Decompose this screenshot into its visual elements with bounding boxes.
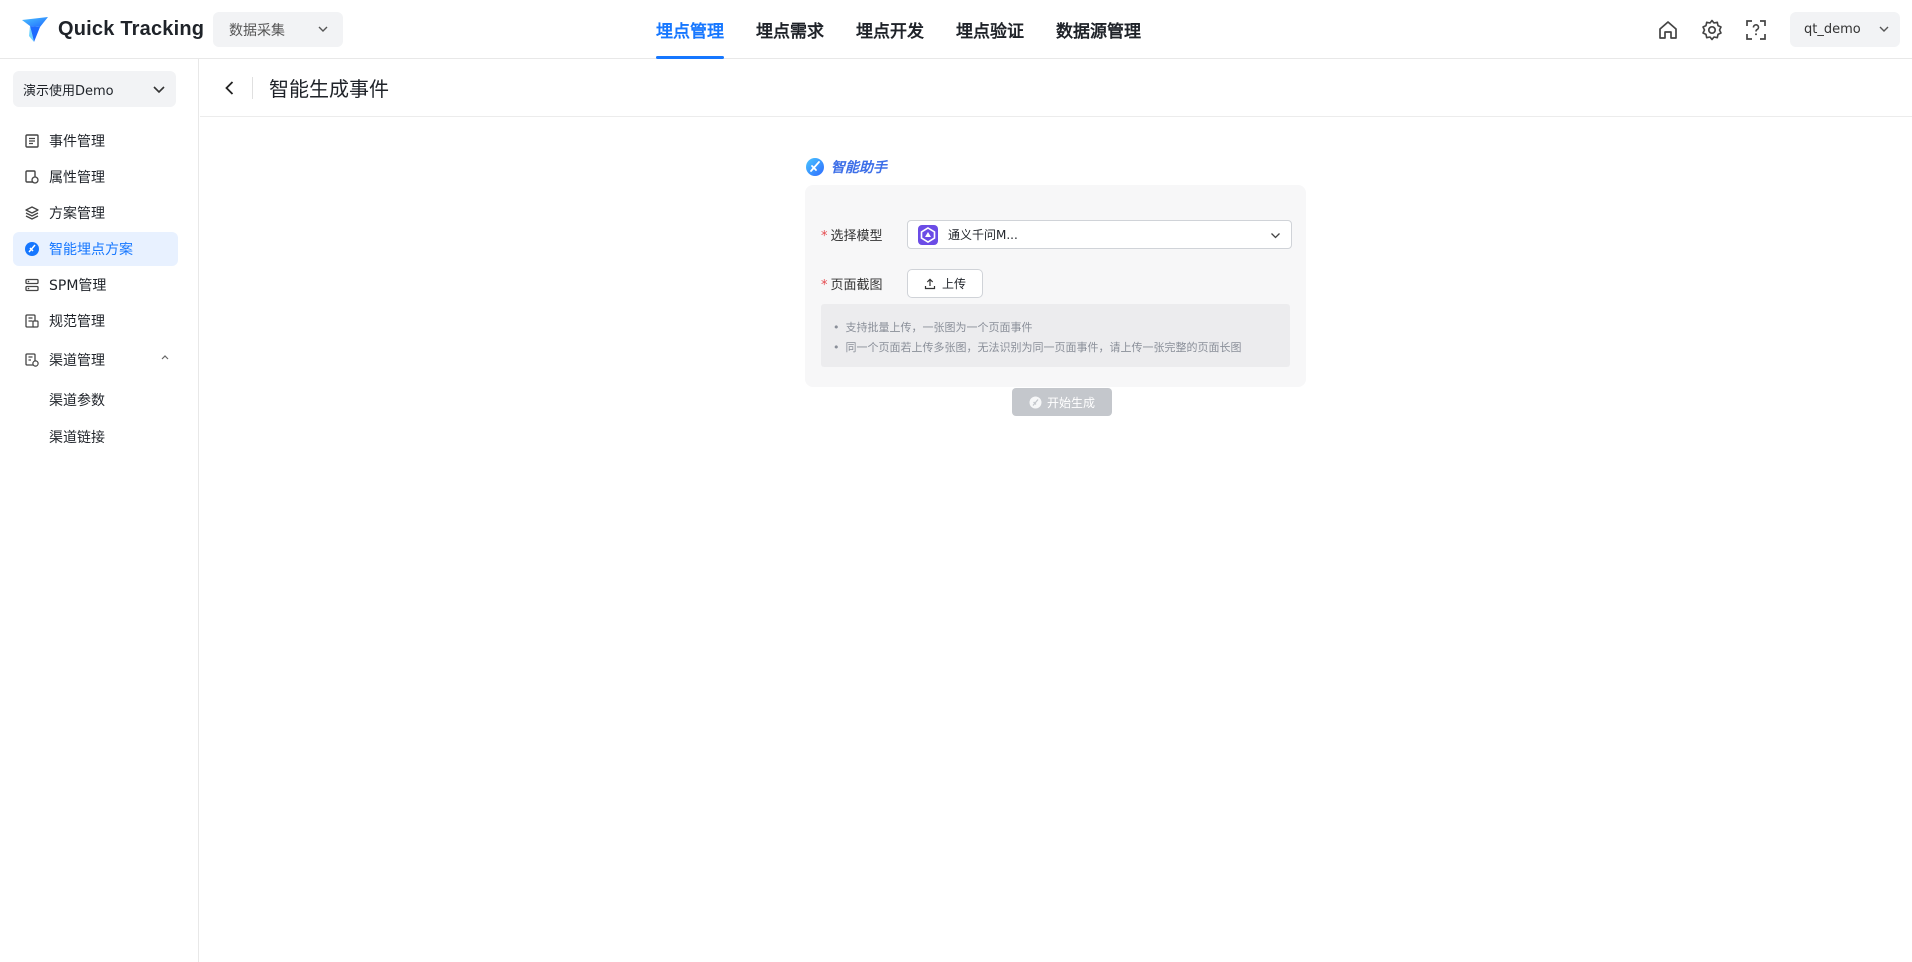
sidebar-item-spm-management[interactable]: SPM管理 — [13, 268, 178, 302]
tab-tracking-development[interactable]: 埋点开发 — [856, 0, 924, 59]
sidebar-item-channel-params[interactable]: 渠道参数 — [13, 382, 178, 417]
assistant-label-text: 智能助手 — [831, 160, 887, 176]
tab-data-source-management[interactable]: 数据源管理 — [1056, 0, 1141, 59]
start-generate-button[interactable]: 开始生成 — [1012, 388, 1112, 416]
sidebar-item-label: 渠道链接 — [49, 429, 105, 446]
sidebar-item-label: 事件管理 — [49, 134, 105, 150]
home-icon[interactable] — [1656, 18, 1680, 42]
tab-tracking-verification[interactable]: 埋点验证 — [956, 0, 1024, 59]
back-arrow-icon[interactable] — [220, 78, 240, 98]
settings-icon[interactable] — [1700, 18, 1724, 42]
header-divider — [252, 76, 253, 99]
top-header: Quick Tracking 数据采集 埋点管理 埋点需求 埋点开发 埋点验证 … — [0, 0, 1912, 59]
chevron-down-icon — [153, 86, 165, 94]
tip-text: 支持批量上传，一张图为一个页面事件 — [845, 321, 1033, 334]
screenshot-label: * 页面截图 — [821, 274, 907, 293]
bullet-dot: • — [833, 341, 840, 354]
brand-name: Quick Tracking — [58, 17, 205, 40]
tab-label: 埋点验证 — [956, 22, 1024, 42]
help-scan-icon[interactable] — [1744, 18, 1768, 42]
sidebar-item-label: 渠道参数 — [49, 392, 105, 409]
tab-tracking-requirements[interactable]: 埋点需求 — [756, 0, 824, 59]
event-list-icon — [25, 134, 39, 148]
sidebar-menu: 事件管理 属性管理 方案管理 智能埋点方案 SPM管理 规范管理 渠道管理 渠道… — [13, 124, 178, 456]
top-navigation: 埋点管理 埋点需求 埋点开发 埋点验证 数据源管理 — [656, 0, 1173, 59]
sidebar-item-label: SPM管理 — [49, 278, 107, 294]
model-label: * 选择模型 — [821, 225, 907, 244]
sidebar-item-plan-management[interactable]: 方案管理 — [13, 196, 178, 230]
model-label-text: 选择模型 — [830, 229, 883, 244]
sidebar-item-property-management[interactable]: 属性管理 — [13, 160, 178, 194]
username: qt_demo — [1804, 22, 1861, 37]
tab-label: 埋点需求 — [756, 22, 824, 42]
module-selector[interactable]: 数据采集 — [213, 12, 343, 47]
project-selector[interactable]: 演示使用Demo — [13, 71, 176, 107]
bullet-dot: • — [833, 321, 840, 334]
sidebar-item-label: 渠道管理 — [49, 353, 105, 369]
ai-icon — [1029, 396, 1042, 408]
chevron-up-icon — [161, 355, 169, 360]
start-generate-label: 开始生成 — [1046, 395, 1095, 410]
tip-item: • 同一个页面若上传多张图，无法识别为同一页面事件，请上传一张完整的页面长图 — [833, 338, 1290, 358]
sidebar: 演示使用Demo 事件管理 属性管理 方案管理 智能埋点方案 SPM管理 规范管… — [0, 59, 199, 962]
tab-label: 埋点开发 — [856, 22, 924, 42]
page-title: 智能生成事件 — [269, 77, 389, 101]
chevron-down-icon — [1271, 233, 1280, 239]
sidebar-item-label: 属性管理 — [49, 170, 105, 186]
user-menu[interactable]: qt_demo — [1790, 12, 1900, 47]
upload-button-label: 上传 — [941, 277, 966, 291]
sidebar-item-event-management[interactable]: 事件管理 — [13, 124, 178, 158]
generate-form-panel: * 选择模型 通义千问M... * 页面截图 上传 • 支持批量上传，一张图为一… — [805, 185, 1306, 416]
upload-icon — [924, 277, 936, 289]
sidebar-item-channel-links[interactable]: 渠道链接 — [13, 419, 178, 454]
sidebar-item-label: 智能埋点方案 — [49, 242, 133, 258]
main-content: 智能生成事件 智能助手 * 选择模型 通义千问M... * 页面截图 上传 • … — [200, 59, 1912, 962]
screenshot-label-text: 页面截图 — [830, 278, 883, 293]
ai-icon — [25, 242, 39, 256]
tab-label: 埋点管理 — [656, 22, 724, 42]
quick-tracking-logo-icon — [22, 17, 48, 42]
sidebar-item-spec-management[interactable]: 规范管理 — [13, 304, 178, 338]
header-actions — [1656, 18, 1788, 42]
model-select[interactable]: 通义千问M... — [907, 220, 1292, 249]
sidebar-group-channel-management[interactable]: 渠道管理 — [13, 340, 178, 380]
required-mark: * — [821, 229, 828, 244]
sidebar-item-label: 规范管理 — [49, 314, 105, 330]
sidebar-item-smart-tracking-plan[interactable]: 智能埋点方案 — [13, 232, 178, 266]
module-selector-value: 数据采集 — [229, 22, 285, 39]
rules-icon — [25, 314, 39, 328]
layers-icon — [25, 206, 39, 220]
required-mark: * — [821, 278, 828, 293]
upload-tips: • 支持批量上传，一张图为一个页面事件 • 同一个页面若上传多张图，无法识别为同… — [821, 304, 1290, 367]
tab-tracking-management[interactable]: 埋点管理 — [656, 0, 724, 59]
tongyi-model-icon — [918, 224, 938, 245]
tab-label: 数据源管理 — [1056, 22, 1141, 42]
project-selector-value: 演示使用Demo — [23, 83, 114, 99]
chevron-down-icon — [1879, 26, 1889, 32]
model-row: * 选择模型 通义千问M... — [821, 220, 1292, 249]
sidebar-item-label: 方案管理 — [49, 206, 105, 222]
ai-assistant-icon — [806, 158, 824, 176]
upload-button[interactable]: 上传 — [907, 269, 983, 298]
brand-logo[interactable]: Quick Tracking — [20, 14, 204, 44]
smart-assistant-label: 智能助手 — [805, 157, 887, 177]
screenshot-row: * 页面截图 上传 — [821, 269, 983, 298]
model-select-value: 通义千问M... — [948, 228, 1018, 242]
spm-icon — [25, 278, 39, 292]
page-header: 智能生成事件 — [200, 59, 1912, 117]
chevron-down-icon — [318, 26, 328, 32]
tip-item: • 支持批量上传，一张图为一个页面事件 — [833, 318, 1290, 338]
tip-text: 同一个页面若上传多张图，无法识别为同一页面事件，请上传一张完整的页面长图 — [845, 341, 1242, 354]
property-icon — [25, 170, 39, 184]
channel-icon — [25, 353, 39, 367]
